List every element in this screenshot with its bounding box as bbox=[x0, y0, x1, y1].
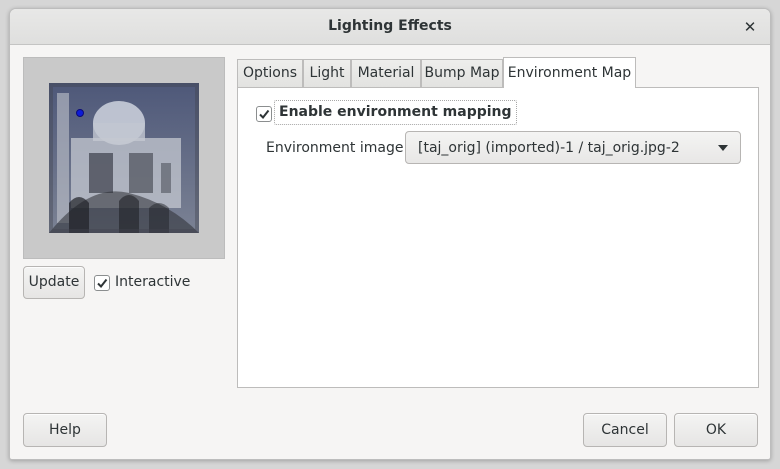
preview-image[interactable] bbox=[49, 83, 199, 233]
tab-material[interactable]: Material bbox=[351, 59, 421, 88]
light-position-handle[interactable] bbox=[76, 109, 84, 117]
environment-image-label: Environment image: bbox=[266, 140, 409, 156]
lighting-effects-dialog: Lighting Effects ✕ Update Interactive Op… bbox=[9, 8, 771, 460]
enable-environment-mapping-label[interactable]: Enable environment mapping bbox=[274, 100, 517, 125]
enable-environment-mapping-checkbox[interactable] bbox=[256, 106, 272, 122]
checkmark-icon bbox=[259, 109, 270, 120]
tab-bump-map[interactable]: Bump Map bbox=[421, 59, 503, 88]
interactive-checkbox[interactable] bbox=[94, 275, 110, 291]
tab-options[interactable]: Options bbox=[237, 59, 303, 88]
interactive-label: Interactive bbox=[115, 274, 191, 290]
preview-frame bbox=[23, 57, 225, 259]
environment-image-value: [taj_orig] (imported)-1 / taj_orig.jpg-2 bbox=[418, 140, 680, 156]
tab-environment-map[interactable]: Environment Map bbox=[503, 57, 636, 88]
dialog-title: Lighting Effects bbox=[328, 18, 452, 34]
close-icon[interactable]: ✕ bbox=[740, 17, 760, 37]
ok-button[interactable]: OK bbox=[674, 413, 758, 447]
tab-light[interactable]: Light bbox=[303, 59, 351, 88]
update-button[interactable]: Update bbox=[23, 266, 85, 299]
environment-map-panel: Enable environment mapping Environment i… bbox=[237, 87, 759, 388]
help-button[interactable]: Help bbox=[23, 413, 107, 447]
dropdown-arrow-icon bbox=[718, 145, 728, 151]
titlebar: Lighting Effects ✕ bbox=[10, 9, 770, 45]
checkmark-icon bbox=[97, 278, 108, 289]
cancel-button[interactable]: Cancel bbox=[583, 413, 667, 447]
environment-image-dropdown[interactable]: [taj_orig] (imported)-1 / taj_orig.jpg-2 bbox=[405, 131, 741, 164]
